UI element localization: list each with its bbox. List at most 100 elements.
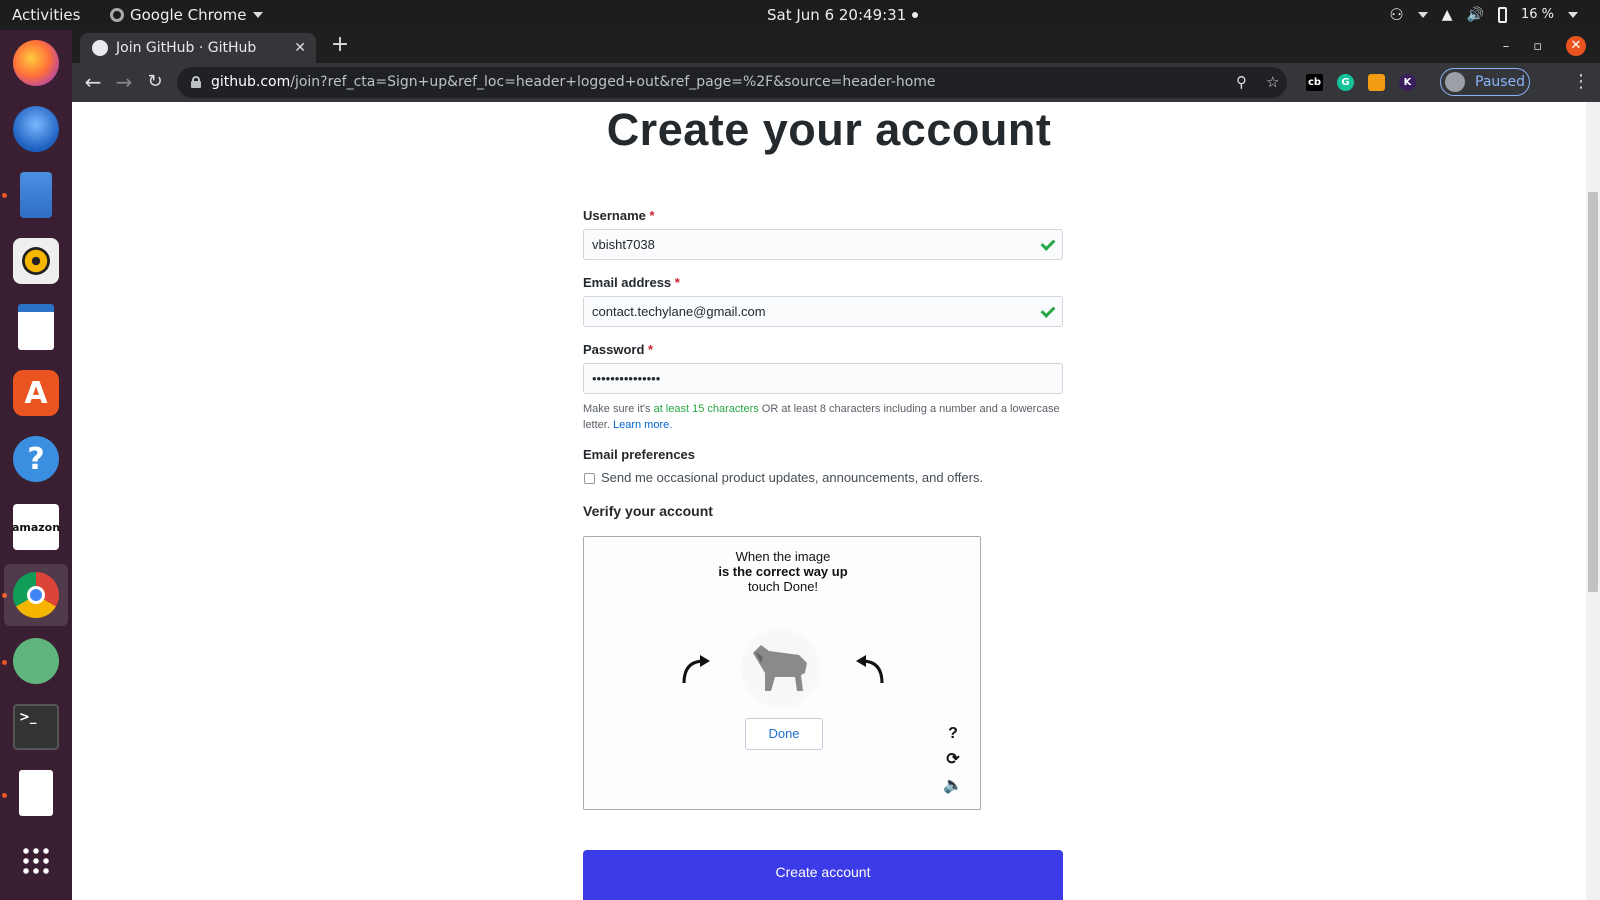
notification-dot-icon [912, 12, 919, 18]
dock-firefox[interactable] [4, 32, 68, 94]
system-top-bar: Activities Google Chrome Sat Jun 6 20:49… [0, 0, 1600, 30]
files-icon [20, 172, 52, 218]
captcha-refresh-icon[interactable]: ⟳ [942, 749, 964, 771]
password-field[interactable]: ••••••••••••••• [583, 363, 1063, 394]
activities-button[interactable]: Activities [12, 0, 80, 30]
battery-icon [1497, 7, 1507, 23]
rotate-right-button[interactable] [852, 651, 888, 687]
dock-amazon[interactable]: amazon [4, 496, 68, 558]
captcha-audio-icon[interactable]: 🔈 [942, 775, 964, 797]
menu-kebab-icon[interactable]: ⋮ [1572, 71, 1590, 92]
thunderbird-icon [13, 106, 59, 152]
lock-icon[interactable] [191, 76, 201, 88]
scrollbar[interactable] [1586, 102, 1600, 900]
rotate-left-button[interactable] [678, 651, 714, 687]
rhythmbox-icon [13, 238, 59, 284]
captcha-instructions: When the image is the correct way up tou… [718, 549, 848, 594]
extension-cb-icon[interactable]: cb [1306, 74, 1323, 91]
app-menu[interactable]: Google Chrome [110, 0, 263, 30]
password-value: ••••••••••••••• [592, 371, 661, 386]
app-menu-label: Google Chrome [130, 6, 247, 24]
chrome-small-icon [110, 8, 124, 22]
dock: A ? amazon >_ [0, 30, 72, 900]
email-value: contact.techylane@gmail.com [592, 304, 766, 319]
battery-percent: 16 % [1520, 7, 1554, 22]
app-grid-icon [21, 846, 51, 876]
username-field[interactable]: vbisht7038 [583, 229, 1063, 260]
system-tray[interactable]: ⚇ ▲ 🔊 16 % [1389, 0, 1578, 30]
avatar [1445, 72, 1465, 92]
profile-status: Paused [1475, 74, 1526, 90]
maximize-icon[interactable]: ▫ [1533, 39, 1542, 54]
captcha-widget: When the image is the correct way up tou… [583, 536, 981, 810]
username-label: Username * [583, 208, 655, 223]
dock-files[interactable] [4, 164, 68, 226]
chevron-down-icon [1417, 12, 1428, 18]
tab-active[interactable]: Join GitHub · GitHub ✕ [80, 33, 316, 63]
check-icon [1040, 237, 1054, 251]
dock-rhythmbox[interactable] [4, 230, 68, 292]
zoom-icon[interactable]: ⚲ [1236, 73, 1247, 91]
forward-button[interactable]: → [111, 69, 137, 95]
email-label: Email address * [583, 275, 680, 290]
email-field[interactable]: contact.techylane@gmail.com [583, 296, 1063, 327]
page-content: Create your account Username * vbisht703… [72, 102, 1600, 900]
hint-length: at least 15 characters [653, 403, 759, 415]
clock[interactable]: Sat Jun 6 20:49:31 [767, 0, 919, 30]
grammarly-icon[interactable]: G [1337, 74, 1354, 91]
create-account-button[interactable]: Create account [583, 850, 1063, 900]
back-button[interactable]: ← [80, 69, 106, 95]
address-bar[interactable]: github.com/join?ref_cta=Sign+up&ref_loc=… [177, 67, 1287, 98]
chevron-down-icon [252, 12, 263, 18]
extension-icon[interactable] [1368, 74, 1385, 91]
browser-chrome: Join GitHub · GitHub ✕ + – ▫ ✕ ← → ↻ git… [72, 30, 1600, 102]
dock-thunderbird[interactable] [4, 98, 68, 160]
accessibility-icon: ⚇ [1389, 5, 1404, 24]
url-host: github.com [211, 74, 291, 90]
page-title: Create your account [606, 104, 1052, 155]
dock-atom[interactable] [4, 630, 68, 692]
dock-show-apps[interactable] [4, 830, 68, 892]
email-preferences-label: Email preferences [583, 447, 696, 462]
dock-chrome[interactable] [4, 564, 68, 626]
github-favicon-icon [92, 40, 108, 56]
browser-toolbar: ← → ↻ github.com/join?ref_cta=Sign+up&re… [72, 63, 1600, 102]
url-path: /join?ref_cta=Sign+up&ref_loc=header+log… [290, 74, 936, 90]
clock-label: Sat Jun 6 20:49:31 [767, 6, 907, 24]
dock-text-editor[interactable] [4, 762, 68, 824]
profile-button[interactable]: Paused [1440, 68, 1530, 96]
captcha-help-icon[interactable]: ? [942, 723, 964, 745]
reload-button[interactable]: ↻ [142, 69, 168, 95]
bookmark-star-icon[interactable]: ☆ [1266, 73, 1279, 91]
scrollbar-thumb[interactable] [1588, 192, 1598, 592]
help-icon: ? [13, 436, 59, 482]
writer-icon [18, 304, 54, 350]
dock-writer[interactable] [4, 296, 68, 358]
captcha-image [741, 629, 821, 709]
tab-title: Join GitHub · GitHub [116, 40, 257, 56]
wifi-icon: ▲ [1441, 7, 1453, 23]
close-window-icon[interactable]: ✕ [1566, 36, 1586, 56]
chevron-down-icon [1568, 12, 1578, 18]
dock-software[interactable]: A [4, 362, 68, 424]
captcha-done-button[interactable]: Done [745, 718, 823, 750]
learn-more-link[interactable]: Learn more. [613, 419, 672, 431]
minimize-icon[interactable]: – [1503, 39, 1510, 54]
check-icon [1040, 304, 1054, 318]
new-tab-button[interactable]: + [328, 34, 352, 58]
product-updates-label[interactable]: Send me occasional product updates, anno… [601, 470, 983, 485]
dock-help[interactable]: ? [4, 428, 68, 490]
atom-icon [13, 638, 59, 684]
product-updates-checkbox[interactable] [584, 473, 595, 484]
firefox-icon [13, 40, 59, 86]
verify-label: Verify your account [583, 503, 713, 519]
tab-close-icon[interactable]: ✕ [294, 40, 306, 56]
window-controls: – ▫ ✕ [1503, 36, 1586, 56]
volume-icon: 🔊 [1466, 7, 1484, 23]
username-value: vbisht7038 [592, 237, 655, 252]
extension-k-icon[interactable]: K [1399, 74, 1416, 91]
dock-terminal[interactable]: >_ [4, 696, 68, 758]
chrome-icon [13, 572, 59, 618]
software-store-icon: A [13, 370, 59, 416]
tab-strip: Join GitHub · GitHub ✕ + – ▫ ✕ [72, 30, 1600, 63]
